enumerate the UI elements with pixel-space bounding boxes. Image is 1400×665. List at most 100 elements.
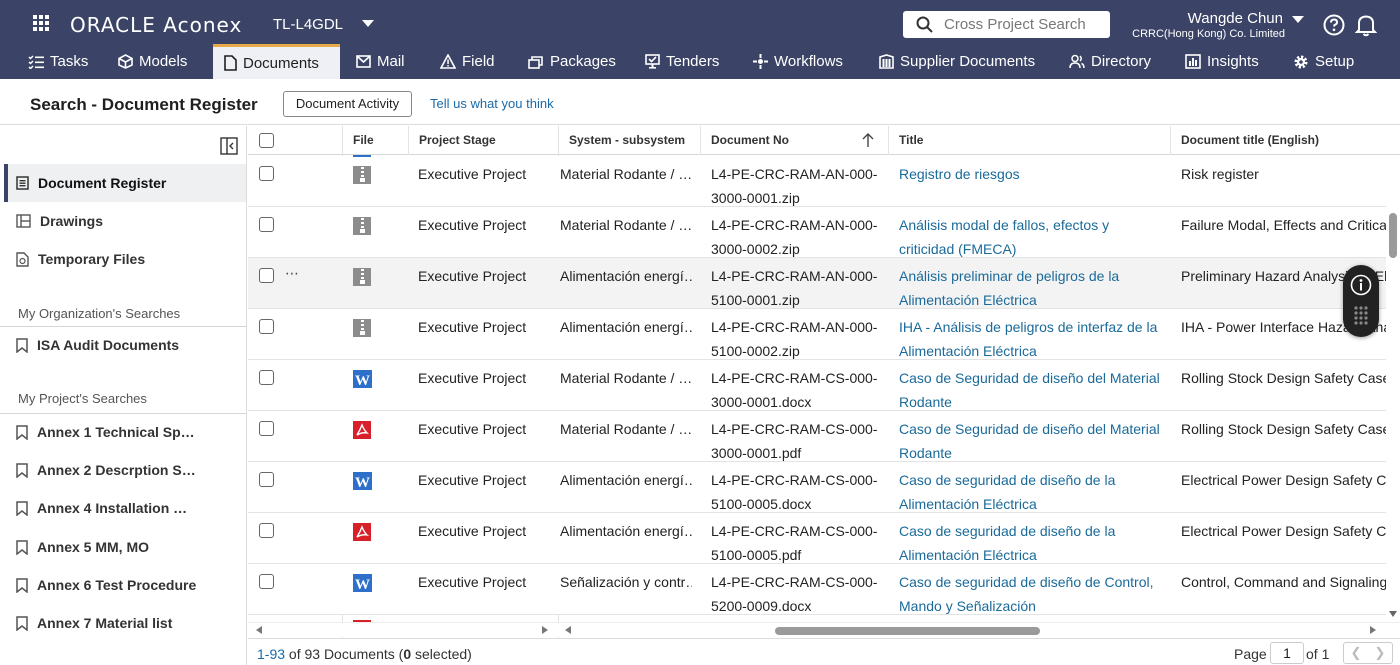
sidebar-item-document-register[interactable]: Document Register: [4, 164, 246, 202]
cell-title-link[interactable]: Análisis modal de fallos, efectos y crit…: [899, 213, 1161, 261]
column-header-title-english[interactable]: Document title (English): [1170, 126, 1400, 155]
help-icon[interactable]: [1323, 14, 1345, 36]
nav-tenders[interactable]: Tenders: [645, 44, 719, 79]
chevron-down-icon[interactable]: [362, 20, 374, 28]
vertical-scrollbar[interactable]: [1386, 155, 1400, 619]
column-header-title[interactable]: Title: [888, 126, 1170, 155]
saved-search-item[interactable]: Annex 5 MM, MO: [4, 528, 246, 566]
nav-setup[interactable]: Setup: [1293, 44, 1354, 79]
cell-project-stage: Executive Project: [418, 166, 527, 182]
nav-field[interactable]: Field: [440, 44, 495, 79]
cell-title-link[interactable]: IHA - Análisis de peligros de interfaz d…: [899, 315, 1161, 363]
column-header-file[interactable]: File: [342, 126, 408, 155]
row-checkbox[interactable]: [259, 421, 274, 436]
nav-insights[interactable]: Insights: [1185, 44, 1259, 79]
nav-mail[interactable]: Mail: [356, 44, 405, 79]
cell-document-no: L4-PE-CRC-RAM-CS-000-5100-0005.pdf: [711, 523, 878, 563]
sort-ascending-icon[interactable]: [861, 132, 875, 148]
scroll-right-icon[interactable]: [542, 626, 548, 634]
pdf-file-icon[interactable]: [353, 523, 371, 541]
table-row[interactable]: W Executive Project Alimentación energí… L4…: [248, 462, 1388, 513]
app-grid-icon[interactable]: [33, 15, 49, 31]
row-checkbox[interactable]: [259, 268, 274, 283]
nav-documents[interactable]: Documents: [213, 44, 340, 79]
scroll-left-icon[interactable]: [565, 626, 571, 634]
table-row[interactable]: W Executive Project Material Rodante / … L4…: [248, 360, 1388, 411]
column-header-project-stage[interactable]: Project Stage: [408, 126, 558, 155]
cell-title-link[interactable]: Análisis preliminar de peligros de la Al…: [899, 264, 1161, 312]
table-row[interactable]: Executive Project Material Rodante / … L4-…: [248, 207, 1388, 258]
previous-page-icon[interactable]: ❮: [1351, 645, 1362, 661]
zip-file-icon[interactable]: [353, 319, 371, 337]
word-file-icon[interactable]: W: [353, 370, 372, 388]
word-file-icon[interactable]: W: [353, 472, 372, 490]
notifications-bell-icon[interactable]: [1355, 13, 1377, 37]
user-menu[interactable]: Wangde Chun CRRC(Hong Kong) Co. Limited: [1132, 10, 1285, 40]
cross-project-search-input[interactable]: Cross Project Search: [903, 11, 1110, 38]
table-row[interactable]: ⋯ Executive Project Alimentación energí… L4…: [248, 258, 1388, 309]
saved-search-item[interactable]: ISA Audit Documents: [4, 326, 246, 364]
feedback-link[interactable]: Tell us what you think: [430, 96, 554, 111]
sidebar-item-temporary-files[interactable]: Temporary Files: [4, 240, 246, 278]
scroll-right-icon[interactable]: [1370, 626, 1376, 634]
row-checkbox[interactable]: [259, 523, 274, 538]
table-row[interactable]: Executive Project Material Rodante / … L4-…: [248, 156, 1388, 207]
cell-title-link[interactable]: Caso de seguridad de diseño de la Alimen…: [899, 519, 1161, 567]
project-selector[interactable]: TL-L4GDL: [273, 16, 343, 33]
cell-title-link[interactable]: Caso de Seguridad de diseño del Material…: [899, 366, 1161, 414]
info-icon[interactable]: [1350, 274, 1372, 296]
column-header-system-subsystem[interactable]: System - subsystem: [558, 126, 700, 155]
row-checkbox[interactable]: [259, 166, 274, 181]
floating-guide-widget[interactable]: [1343, 265, 1379, 337]
saved-search-item[interactable]: Annex 2 Descrption S…: [4, 451, 246, 489]
column-header-document-no[interactable]: Document No: [700, 126, 888, 155]
table-row[interactable]: Executive Project Alimentación energí… L4-…: [248, 513, 1388, 564]
result-total: of 93 Documents: [288, 646, 395, 662]
zip-file-icon[interactable]: [353, 217, 371, 235]
cell-title-link[interactable]: Caso de Seguridad de diseño del Material…: [899, 417, 1161, 465]
row-checkbox[interactable]: [259, 370, 274, 385]
horizontal-scrollbar[interactable]: [248, 622, 1400, 637]
row-actions-icon[interactable]: ⋯: [285, 265, 300, 282]
zip-file-icon[interactable]: [353, 166, 371, 184]
scrollbar-thumb[interactable]: [1389, 213, 1397, 258]
word-file-icon[interactable]: W: [353, 574, 372, 592]
row-checkbox[interactable]: [259, 574, 274, 589]
row-checkbox[interactable]: [259, 217, 274, 232]
top-bar: ORACLE Aconex TL-L4GDL Cross Project Sea…: [0, 0, 1400, 79]
saved-search-item[interactable]: Annex 7 Material list: [4, 604, 246, 642]
scroll-left-icon[interactable]: [256, 626, 262, 634]
nav-tasks[interactable]: Tasks: [28, 44, 88, 79]
pdf-file-icon[interactable]: [353, 421, 371, 439]
nav-supplier-documents[interactable]: Supplier Documents: [879, 44, 1035, 79]
saved-search-item[interactable]: Annex 4 Installation …: [4, 489, 246, 527]
scrollbar-thumb[interactable]: [775, 627, 1040, 635]
user-chevron-icon[interactable]: [1292, 16, 1304, 24]
nav-directory[interactable]: Directory: [1069, 44, 1151, 79]
cell-title-link[interactable]: Caso de seguridad de diseño de la Alimen…: [899, 468, 1161, 516]
table-row[interactable]: Executive Project Material Rodante / … L4-…: [248, 411, 1388, 462]
result-range[interactable]: 1-93: [257, 646, 285, 662]
nav-workflows[interactable]: Workflows: [753, 44, 843, 79]
document-activity-button[interactable]: Document Activity: [283, 91, 412, 117]
drawings-icon: [16, 214, 31, 228]
sidebar-item-drawings[interactable]: Drawings: [4, 202, 246, 240]
next-page-icon[interactable]: ❯: [1375, 645, 1386, 661]
nav-packages[interactable]: Packages: [528, 44, 616, 79]
row-checkbox[interactable]: [259, 472, 274, 487]
pagination-nav[interactable]: ❮ ❯: [1343, 642, 1393, 664]
drag-handle-icon[interactable]: [1353, 305, 1369, 327]
saved-search-item[interactable]: Annex 1 Technical Sp…: [4, 413, 246, 451]
select-all-checkbox[interactable]: [259, 133, 274, 148]
saved-search-item[interactable]: Annex 6 Test Procedure: [4, 566, 246, 604]
page-number-input[interactable]: 1: [1270, 642, 1304, 664]
oracle-aconex-logo[interactable]: ORACLE Aconex: [70, 13, 242, 37]
cell-title-link[interactable]: Registro de riesgos: [899, 162, 1161, 186]
cell-title-link[interactable]: Caso de seguridad de diseño de Control, …: [899, 570, 1161, 618]
row-checkbox[interactable]: [259, 319, 274, 334]
zip-file-icon[interactable]: [353, 268, 371, 286]
table-row[interactable]: Executive Project Alimentación energí… L4-…: [248, 309, 1388, 360]
nav-models[interactable]: Models: [118, 44, 187, 79]
table-row[interactable]: W Executive Project Señalización y contr… L…: [248, 564, 1388, 615]
collapse-sidebar-icon[interactable]: [220, 137, 238, 155]
